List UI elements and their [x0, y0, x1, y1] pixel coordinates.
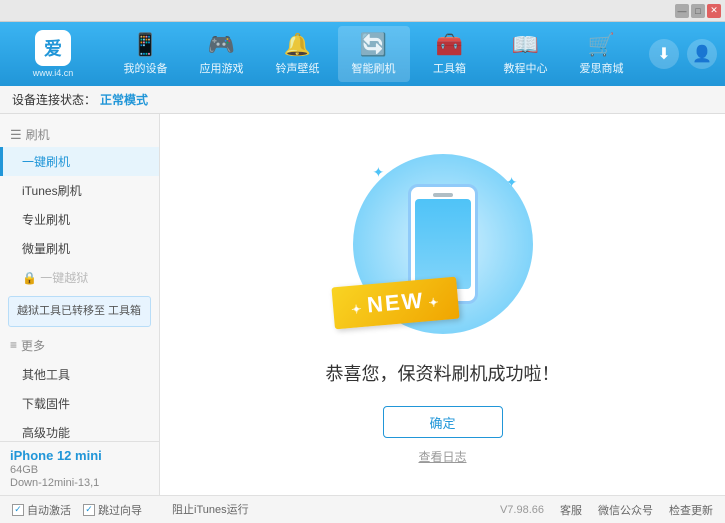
nav-label-shop: 爱思商城 — [580, 60, 624, 76]
bottom-bar: ✓ 自动激活 ✓ 跳过向导 阻止iTunes运行 V7.98.66 客服 微信公… — [0, 495, 725, 523]
nav-item-smart-flash[interactable]: 🔄 智能刷机 — [338, 26, 410, 82]
device-storage: 64GB — [10, 464, 149, 476]
nav-label-tutorials: 教程中心 — [504, 60, 548, 76]
auto-start-check-icon: ✓ — [12, 504, 24, 516]
status-bar: 设备连接状态： 正常模式 — [0, 86, 725, 114]
nav-items: 📱 我的设备 🎮 应用游戏 🔔 铃声壁纸 🔄 智能刷机 🧰 工具箱 📖 教程中心 — [98, 26, 649, 82]
skip-guide-label: 跳过向导 — [98, 502, 142, 518]
sidebar: ☰ 刷机 一键刷机 iTunes刷机 专业刷机 微量刷机 🔒 一键越狱 越狱工具… — [0, 114, 160, 495]
sidebar-item-other-tools[interactable]: 其他工具 — [0, 360, 159, 389]
nav-item-shop[interactable]: 🛒 爱思商城 — [566, 26, 638, 82]
flash-section-icon: ☰ — [10, 127, 22, 143]
nav-label-apps-games: 应用游戏 — [200, 60, 244, 76]
success-text: 恭喜您，保资料刷机成功啦！ — [326, 360, 560, 386]
device-name: iPhone 12 mini — [10, 448, 149, 463]
smart-flash-icon: 🔄 — [360, 32, 387, 58]
support-link[interactable]: 客服 — [560, 502, 582, 518]
skip-guide-checkbox[interactable]: ✓ 跳过向导 — [83, 502, 142, 518]
flash-section-title: ☰ 刷机 — [0, 122, 159, 147]
flash-section-label: 刷机 — [26, 126, 50, 143]
nav-right: ⬇ 👤 — [649, 39, 717, 69]
sparkle-1: ✦ — [373, 164, 385, 181]
confirm-button[interactable]: 确定 — [383, 406, 503, 438]
wechat-link[interactable]: 微信公众号 — [598, 502, 653, 518]
nav-label-smart-flash: 智能刷机 — [352, 60, 396, 76]
status-label: 设备连接状态： — [12, 91, 96, 108]
status-value: 正常模式 — [100, 91, 148, 108]
phone-illustration: ✦ ✦ ✧ NEW — [343, 144, 543, 344]
top-nav: 爱 www.i4.cn 📱 我的设备 🎮 应用游戏 🔔 铃声壁纸 🔄 智能刷机 … — [0, 22, 725, 86]
skip-guide-check-icon: ✓ — [83, 504, 95, 516]
more-section-title: ≡ 更多 — [0, 331, 159, 360]
version-text: V7.98.66 — [500, 504, 544, 516]
nav-item-apps-games[interactable]: 🎮 应用游戏 — [186, 26, 258, 82]
my-device-icon: 📱 — [132, 32, 159, 58]
nav-item-toolbox[interactable]: 🧰 工具箱 — [414, 26, 486, 82]
maximize-button[interactable]: □ — [691, 4, 705, 18]
title-bar: — □ ✕ — [0, 0, 725, 22]
stop-itunes-label: 阻止iTunes运行 — [172, 501, 249, 517]
close-button[interactable]: ✕ — [707, 4, 721, 18]
nav-item-tutorials[interactable]: 📖 教程中心 — [490, 26, 562, 82]
nav-item-ringtones[interactable]: 🔔 铃声壁纸 — [262, 26, 334, 82]
shop-icon: 🛒 — [588, 32, 615, 58]
sidebar-item-pro-flash[interactable]: 专业刷机 — [0, 205, 159, 234]
ringtones-icon: 🔔 — [284, 32, 311, 58]
toolbox-icon: 🧰 — [436, 32, 463, 58]
apps-games-icon: 🎮 — [208, 32, 235, 58]
user-button[interactable]: 👤 — [687, 39, 717, 69]
device-firmware: Down-12mini-13,1 — [10, 477, 149, 489]
nav-label-my-device: 我的设备 — [124, 60, 168, 76]
more-section-label: 更多 — [21, 337, 45, 354]
sparkle-2: ✦ — [506, 174, 518, 191]
auto-start-checkbox[interactable]: ✓ 自动激活 — [12, 502, 71, 518]
nav-item-my-device[interactable]: 📱 我的设备 — [110, 26, 182, 82]
auto-start-label: 自动激活 — [27, 502, 71, 518]
sidebar-item-one-key-flash[interactable]: 一键刷机 — [0, 147, 159, 176]
content-area: ✦ ✦ ✧ NEW 恭喜您，保资料刷机成功啦！ 确定 查看日志 — [160, 114, 725, 495]
view-log-link[interactable]: 查看日志 — [418, 448, 466, 465]
check-update-link[interactable]: 检查更新 — [669, 502, 713, 518]
nav-label-ringtones: 铃声壁纸 — [276, 60, 320, 76]
more-section-icon: ≡ — [10, 338, 17, 352]
phone-screen — [415, 199, 471, 289]
minimize-button[interactable]: — — [675, 4, 689, 18]
sidebar-item-itunes-flash[interactable]: iTunes刷机 — [0, 176, 159, 205]
sidebar-notice: 越狱工具已转移至 工具箱 — [8, 296, 151, 327]
logo-text: www.i4.cn — [33, 68, 74, 78]
sidebar-item-jailbreak: 🔒 一键越狱 — [0, 263, 159, 292]
nav-label-toolbox: 工具箱 — [433, 60, 466, 76]
sidebar-item-download-firmware[interactable]: 下载固件 — [0, 389, 159, 418]
bottom-right: V7.98.66 客服 微信公众号 检查更新 — [500, 502, 713, 518]
logo-area: 爱 www.i4.cn — [8, 30, 98, 78]
tutorials-icon: 📖 — [512, 32, 539, 58]
phone-top-btn — [433, 193, 453, 197]
lock-icon: 🔒 — [22, 271, 40, 285]
logo-icon: 爱 — [35, 30, 71, 66]
sidebar-item-micro-flash[interactable]: 微量刷机 — [0, 234, 159, 263]
download-button[interactable]: ⬇ — [649, 39, 679, 69]
device-info: iPhone 12 mini 64GB Down-12mini-13,1 — [0, 441, 160, 495]
bottom-left: ✓ 自动激活 ✓ 跳过向导 — [12, 502, 500, 518]
main-area: ☰ 刷机 一键刷机 iTunes刷机 专业刷机 微量刷机 🔒 一键越狱 越狱工具… — [0, 114, 725, 495]
